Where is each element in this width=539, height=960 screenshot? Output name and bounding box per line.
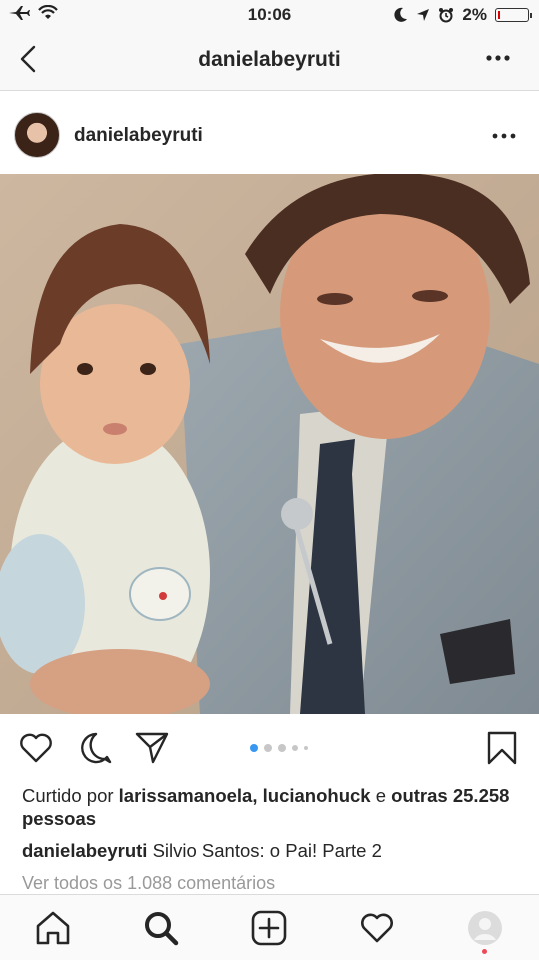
post-actions xyxy=(0,714,539,784)
profile-icon[interactable] xyxy=(466,909,504,947)
nav-bar: danielabeyruti xyxy=(0,30,539,91)
plus-square-icon[interactable] xyxy=(250,909,288,947)
likes-text: Curtido por larissamanoela, lucianohuck … xyxy=(22,784,522,830)
caption-username[interactable]: danielabeyruti xyxy=(22,840,147,861)
carousel-dot xyxy=(278,744,286,752)
liked-by-user[interactable]: larissamanoela xyxy=(119,785,253,806)
post-photo-image xyxy=(0,174,539,714)
bookmark-icon[interactable] xyxy=(484,730,520,766)
alarm-icon xyxy=(439,8,454,23)
status-bar: 10:06 2% xyxy=(0,0,539,30)
moon-icon xyxy=(394,7,408,22)
heart-icon[interactable] xyxy=(18,730,54,766)
view-comments-link[interactable]: Ver todos os 1.088 comentários xyxy=(22,873,275,894)
liked-by-user[interactable]: lucianohuck xyxy=(263,785,371,806)
carousel-dot xyxy=(250,744,258,752)
home-icon[interactable] xyxy=(34,909,72,947)
battery-percent: 2% xyxy=(462,5,487,24)
post-username[interactable]: danielabeyruti xyxy=(74,125,203,147)
more-horizontal-icon[interactable] xyxy=(483,48,513,68)
carousel-dot xyxy=(304,746,308,750)
comment-icon[interactable] xyxy=(78,730,114,766)
likes-conjunction: e xyxy=(375,785,387,806)
location-arrow-icon xyxy=(417,9,430,21)
carousel-dot xyxy=(292,745,298,751)
caption-text: Silvio Santos: o Pai! Parte 2 xyxy=(152,840,382,861)
avatar[interactable] xyxy=(14,112,60,158)
notification-dot xyxy=(482,949,487,954)
carousel-dot xyxy=(264,744,272,752)
battery-icon xyxy=(495,8,532,22)
status-right: 2% xyxy=(394,5,532,25)
more-horizontal-icon[interactable] xyxy=(489,128,519,144)
likes-separator: , xyxy=(252,785,258,806)
search-icon[interactable] xyxy=(142,909,180,947)
post-photo[interactable] xyxy=(0,174,539,714)
post-header: danielabeyruti xyxy=(0,100,539,174)
likes-prefix: Curtido por xyxy=(22,785,114,806)
carousel-indicator xyxy=(250,744,308,752)
paper-plane-icon[interactable] xyxy=(134,730,170,766)
caption: danielabeyruti Silvio Santos: o Pai! Par… xyxy=(22,840,522,862)
heart-icon[interactable] xyxy=(358,909,396,947)
tab-bar xyxy=(0,894,539,960)
nav-title: danielabeyruti xyxy=(198,48,341,71)
